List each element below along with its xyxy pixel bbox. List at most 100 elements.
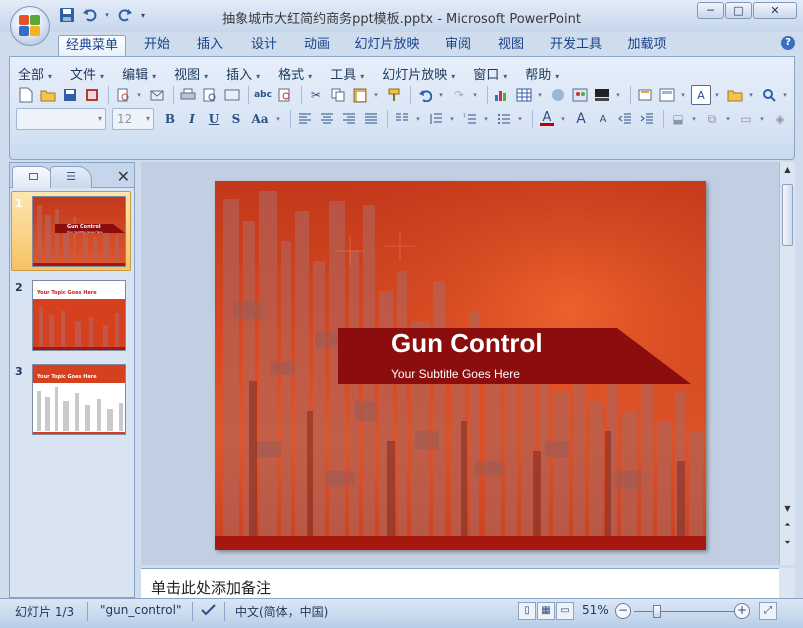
notes-scrollbar[interactable]: [779, 568, 795, 598]
fill-icon[interactable]: ◈: [770, 109, 790, 129]
fit-to-window-icon[interactable]: ⤢: [759, 602, 777, 620]
layout-dropdown-icon[interactable]: ▾: [679, 85, 687, 105]
zoom-slider-handle[interactable]: [653, 605, 661, 618]
normal-view-icon[interactable]: ▯: [518, 602, 536, 620]
vertical-scrollbar[interactable]: ▲ ▼ ⏶ ⏷: [779, 162, 795, 565]
slide-subtitle[interactable]: Your Subtitle Goes Here: [391, 367, 520, 381]
permission-icon[interactable]: [82, 85, 102, 105]
undo-dropdown-icon[interactable]: ▾: [437, 85, 445, 105]
style-dropdown-icon[interactable]: ▾: [758, 109, 766, 129]
menu-edit[interactable]: 编辑 ▾: [122, 64, 156, 83]
increase-indent-icon[interactable]: [637, 109, 657, 129]
align-center-icon[interactable]: [317, 109, 337, 129]
find-icon[interactable]: [759, 85, 779, 105]
shrink-font-icon[interactable]: A: [593, 109, 613, 129]
slide-thumb-3[interactable]: 3 Your Topic Goes Here: [10, 362, 134, 444]
find-dropdown-icon[interactable]: ▾: [781, 85, 789, 105]
preview-icon[interactable]: [200, 85, 220, 105]
scroll-down-icon[interactable]: ▼: [782, 504, 793, 513]
maximize-button[interactable]: □: [725, 2, 752, 19]
slide-editor[interactable]: Gun Control Your Subtitle Goes Here: [141, 162, 779, 565]
paste-icon[interactable]: [350, 85, 370, 105]
current-slide[interactable]: Gun Control Your Subtitle Goes Here: [215, 181, 706, 550]
menu-help[interactable]: 帮助 ▾: [525, 64, 559, 83]
shapes-icon[interactable]: ⬓: [668, 109, 688, 129]
email-icon[interactable]: [147, 85, 167, 105]
format-painter-icon[interactable]: [384, 85, 404, 105]
notes-pane[interactable]: 单击此处添加备注: [141, 568, 779, 598]
slide-thumb-2[interactable]: 2 Your Topic Goes Here: [10, 278, 134, 360]
arrange-icon[interactable]: ⧉: [702, 109, 722, 129]
tab-review[interactable]: 审阅: [439, 35, 477, 56]
redo-icon[interactable]: ↷: [449, 85, 469, 105]
open-folder-2-icon[interactable]: [725, 85, 745, 105]
new-document-icon[interactable]: [16, 85, 36, 105]
tab-classic-menu[interactable]: 经典菜单: [58, 35, 126, 56]
font-color-dropdown-icon[interactable]: ▾: [559, 109, 567, 129]
copy-icon[interactable]: [328, 85, 348, 105]
textbox-dropdown-icon[interactable]: ▾: [713, 85, 721, 105]
close-panel-icon[interactable]: ✕: [117, 167, 130, 186]
previous-slide-icon[interactable]: ⏶: [782, 520, 793, 530]
folder-dropdown-icon[interactable]: ▾: [747, 85, 755, 105]
minimize-button[interactable]: ─: [697, 2, 724, 19]
clip-art-icon[interactable]: [548, 85, 568, 105]
tab-slides[interactable]: [12, 166, 54, 188]
slide-sorter-icon[interactable]: ▦: [537, 602, 555, 620]
align-left-icon[interactable]: [295, 109, 315, 129]
menu-all[interactable]: 全部 ▾: [18, 64, 52, 83]
font-name-combo[interactable]: ▾: [16, 108, 106, 130]
font-size-combo[interactable]: 12 ▾: [112, 108, 154, 130]
office-button[interactable]: [10, 6, 50, 46]
table-icon[interactable]: [514, 85, 534, 105]
slide-icon[interactable]: [222, 85, 242, 105]
menu-format[interactable]: 格式 ▾: [278, 64, 312, 83]
change-case-button[interactable]: Aa: [248, 109, 272, 129]
slideshow-view-icon[interactable]: ▭: [556, 602, 574, 620]
align-right-icon[interactable]: [339, 109, 359, 129]
case-dropdown-icon[interactable]: ▾: [274, 109, 282, 129]
scroll-up-icon[interactable]: ▲: [782, 165, 793, 174]
zoom-slider-track[interactable]: [634, 611, 734, 612]
print-icon[interactable]: [178, 85, 198, 105]
bold-button[interactable]: B: [160, 109, 180, 129]
decrease-indent-icon[interactable]: [615, 109, 635, 129]
next-slide-icon[interactable]: ⏷: [782, 538, 793, 548]
open-folder-icon[interactable]: [38, 85, 58, 105]
spacing-dropdown-icon[interactable]: ▾: [448, 109, 456, 129]
quick-style-icon[interactable]: ▭: [736, 109, 756, 129]
tab-home[interactable]: 开始: [138, 35, 176, 56]
underline-button[interactable]: U: [204, 109, 224, 129]
bullets-icon[interactable]: [494, 109, 514, 129]
menu-view[interactable]: 视图 ▾: [174, 64, 208, 83]
scrollbar-thumb[interactable]: [782, 184, 793, 246]
menu-tools[interactable]: 工具 ▾: [330, 64, 364, 83]
help-icon[interactable]: ?: [781, 36, 795, 50]
notes-placeholder[interactable]: 单击此处添加备注: [151, 577, 271, 598]
slide-thumb-1[interactable]: 1 Gun Control Your Subtitle Goes Here: [10, 191, 134, 276]
tab-view[interactable]: 视图: [492, 35, 530, 56]
bullets-dropdown-icon[interactable]: ▾: [516, 109, 524, 129]
columns-icon[interactable]: [392, 109, 412, 129]
zoom-level[interactable]: 51%: [582, 603, 609, 617]
close-button[interactable]: ✕: [753, 2, 797, 19]
numbering-icon[interactable]: 1: [460, 109, 480, 129]
numbering-dropdown-icon[interactable]: ▾: [482, 109, 490, 129]
undo-icon[interactable]: [415, 85, 435, 105]
spelling-icon[interactable]: abc: [253, 85, 273, 105]
line-spacing-icon[interactable]: [426, 109, 446, 129]
color-dropdown-icon[interactable]: ▾: [614, 85, 622, 105]
tab-slideshow[interactable]: 幻灯片放映: [350, 35, 424, 56]
columns-dropdown-icon[interactable]: ▾: [414, 109, 422, 129]
italic-button[interactable]: I: [182, 109, 202, 129]
tab-animation[interactable]: 动画: [298, 35, 336, 56]
justify-icon[interactable]: [361, 109, 381, 129]
font-color-icon[interactable]: A: [537, 109, 557, 129]
print-preview-icon[interactable]: [113, 85, 133, 105]
zoom-in-button[interactable]: +: [734, 603, 750, 619]
zoom-out-button[interactable]: −: [615, 603, 631, 619]
grow-font-icon[interactable]: A: [571, 109, 591, 129]
textbox-icon[interactable]: A: [691, 85, 711, 105]
spell-check-icon[interactable]: [200, 603, 218, 620]
layout-icon[interactable]: [657, 85, 677, 105]
